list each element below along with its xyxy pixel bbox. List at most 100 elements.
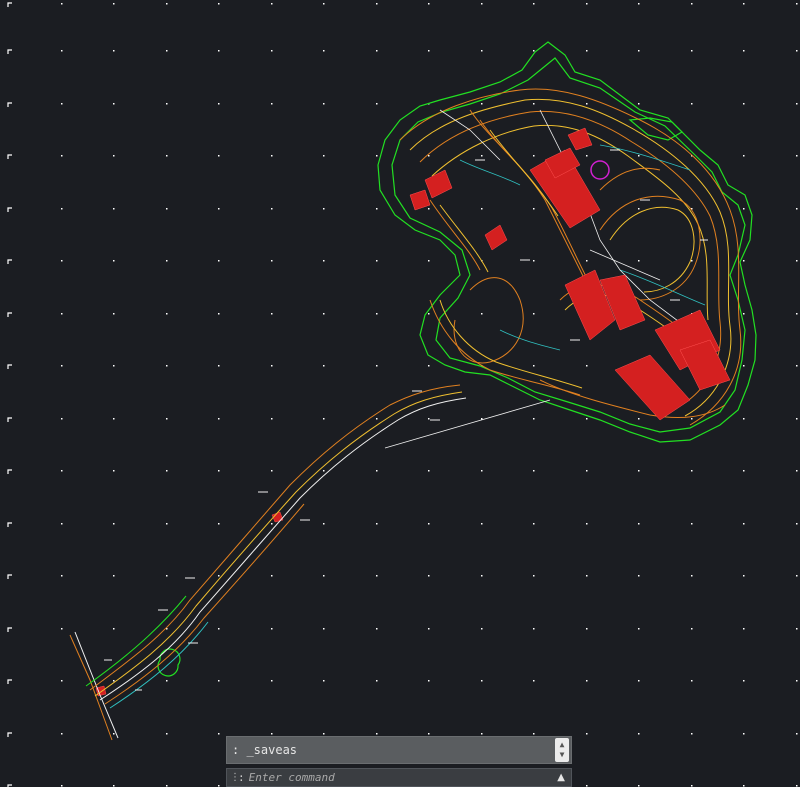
grid-dot [61,208,63,210]
grid-dot [796,3,798,5]
grid-dot [533,103,535,105]
grid-dot [271,103,273,105]
grid-dot [533,523,535,525]
grid-dot [586,50,588,52]
grid-dot [218,680,220,682]
grid-dot [481,523,483,525]
grid-dot [376,208,378,210]
grid-dot [586,418,588,420]
command-history: : _saveas ▲ ▼ [226,736,572,764]
grid-dot [166,785,168,787]
grid-dot [691,470,693,472]
command-input[interactable] [244,771,558,784]
grid-dot [166,260,168,262]
grid-dot [481,3,483,5]
grid-dot [218,418,220,420]
grid-dot [376,313,378,315]
grid-dot [691,418,693,420]
grid-dot [376,365,378,367]
grid-dot [271,365,273,367]
grid-dot [166,50,168,52]
grid-dot [533,628,535,630]
grid-dot [61,50,63,52]
grid-dot [481,208,483,210]
grid-dot [61,103,63,105]
grid-dot [638,103,640,105]
grid-dot [533,208,535,210]
grid-dot [323,3,325,5]
grid-dot [796,418,798,420]
grid-dot [271,155,273,157]
triangle-up-icon[interactable]: ▲ [557,772,565,783]
grid-dot [271,575,273,577]
grid-dot [271,260,273,262]
grid-corner-tick [7,627,12,632]
grid-dot [218,3,220,5]
grid-dot [166,523,168,525]
grid-dot [428,313,430,315]
chevron-up-icon[interactable]: ▲ [560,740,565,750]
drawing-viewport[interactable] [0,0,800,787]
grid-dot [271,628,273,630]
site-plan[interactable] [69,41,757,741]
grid-dot [586,523,588,525]
cad-drawing[interactable] [0,0,800,787]
grid-dot [428,260,430,262]
grid-dot [218,785,220,787]
grid-dot [218,365,220,367]
grid-dot [166,418,168,420]
grid-dot [61,470,63,472]
grid-dot [271,680,273,682]
grid-dot [376,733,378,735]
grid-dot [61,575,63,577]
grid-dot [796,785,798,787]
grid-dot [61,628,63,630]
grid-dot [796,523,798,525]
grid-dot [691,523,693,525]
grid-dot [113,365,115,367]
command-history-text: : _saveas [232,743,298,757]
grid-dot [218,575,220,577]
grid-dot [428,628,430,630]
grid-dot [218,628,220,630]
grid-dot [428,50,430,52]
grid-dot [691,260,693,262]
grid-dot [481,733,483,735]
grid-dot [743,418,745,420]
grid-dot [166,208,168,210]
grid-dot [743,50,745,52]
grid-dot [61,785,63,787]
grid-dot [323,103,325,105]
access-road [69,384,467,741]
grid-dot [376,260,378,262]
grid-dot [113,418,115,420]
grid-dot [61,260,63,262]
grid-dot [428,470,430,472]
history-scrollbar[interactable]: ▲ ▼ [555,738,569,762]
grid-dot [533,260,535,262]
grid-dot [533,418,535,420]
grid-dot [586,628,588,630]
grid-corner-tick [7,522,12,527]
grid-dot [61,680,63,682]
grid-dot [428,208,430,210]
grid-dot [376,628,378,630]
grid-dot [691,785,693,787]
grid-dot [271,3,273,5]
grid-dot [586,470,588,472]
grid-dot [481,575,483,577]
grid-dot [113,470,115,472]
grid-dot [376,3,378,5]
grid-dot [166,3,168,5]
grid-dot [428,418,430,420]
chevron-down-icon[interactable]: ▼ [560,750,565,760]
grid-dot [481,103,483,105]
grid-dot [796,155,798,157]
grid-dot [691,103,693,105]
grid-dot [166,575,168,577]
grid-dot [61,523,63,525]
command-line[interactable]: ⋮ : ▲ [226,768,572,787]
grid-dot [743,680,745,682]
grip-handle-icon[interactable]: ⋮ [230,772,240,782]
grid-dot [638,470,640,472]
